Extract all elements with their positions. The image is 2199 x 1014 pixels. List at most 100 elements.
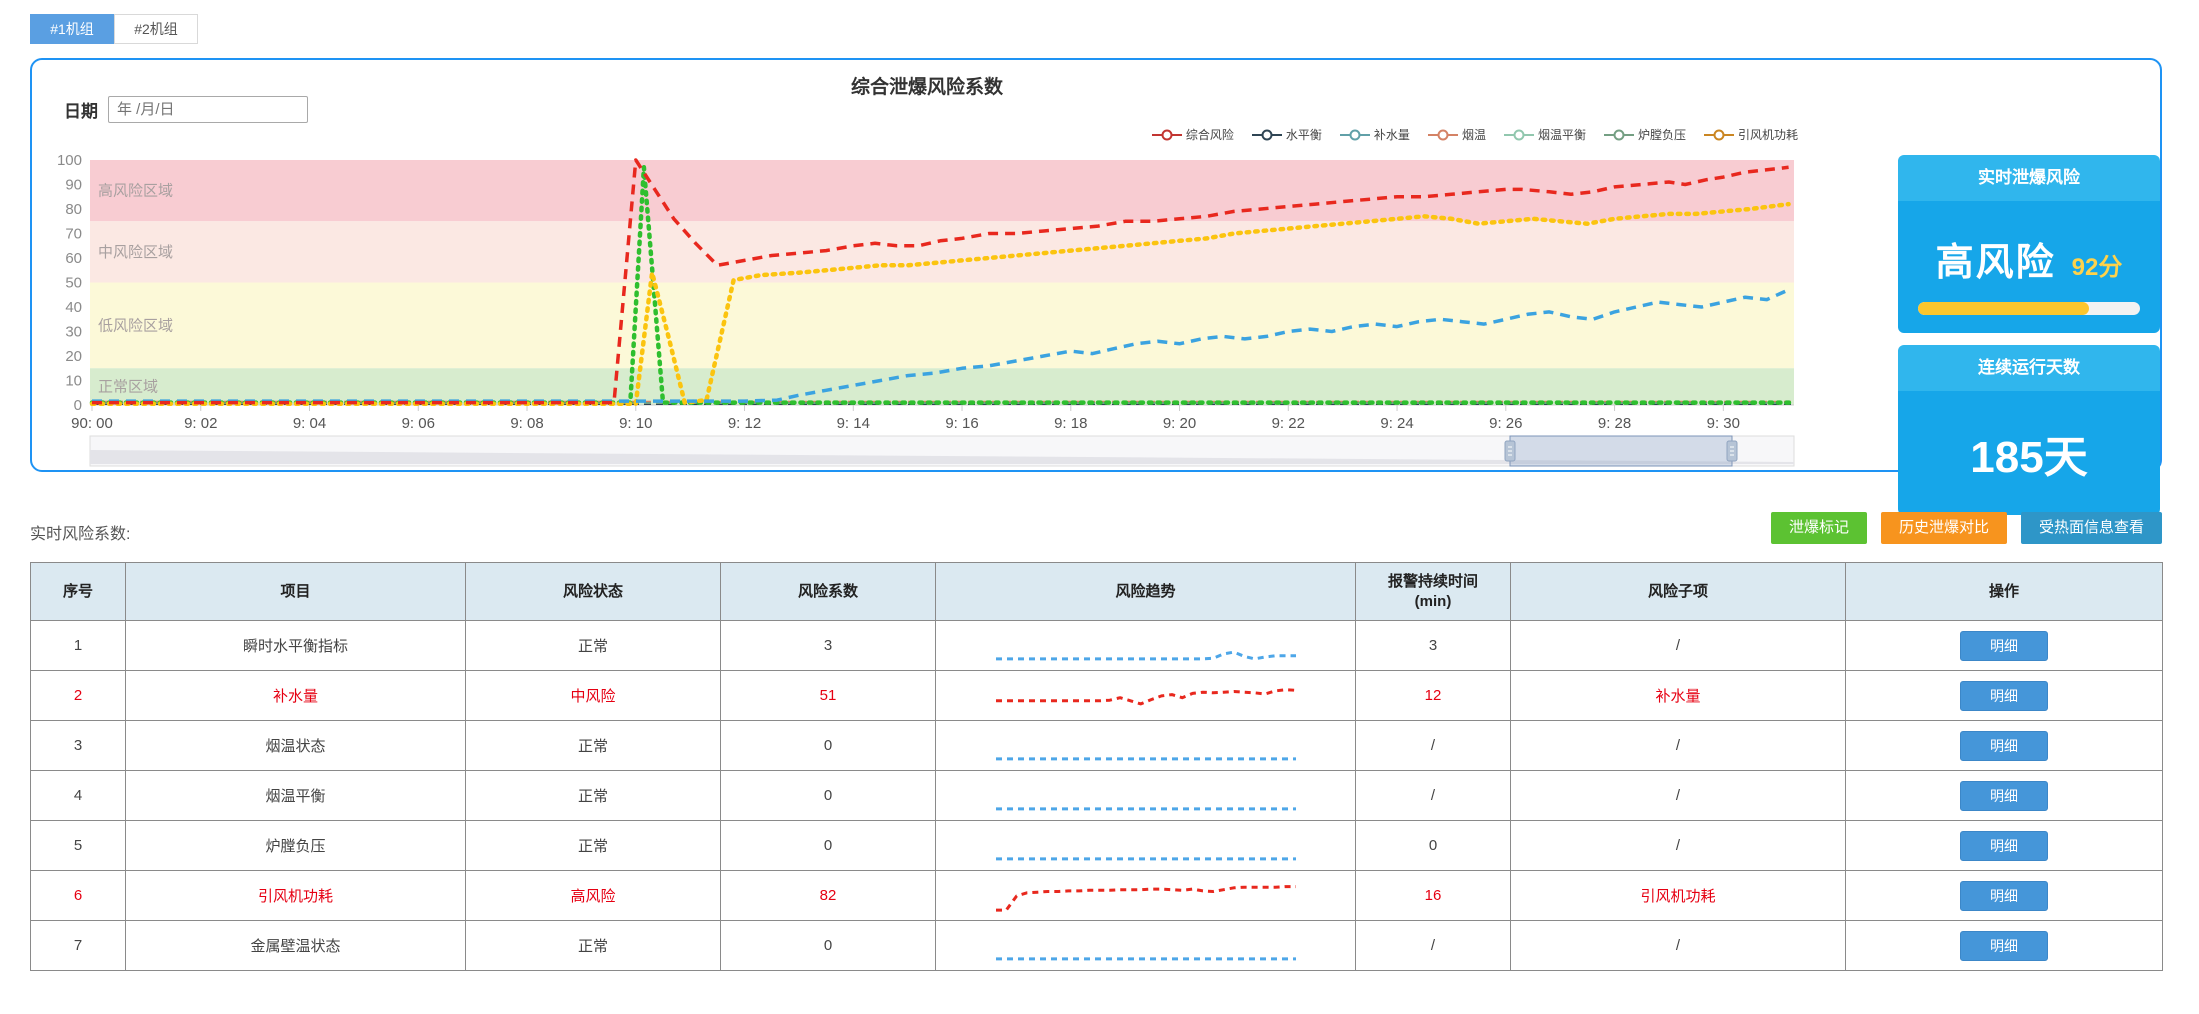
legend-item-烟温[interactable]: 烟温 xyxy=(1428,126,1486,143)
cell-duration: 0 xyxy=(1356,821,1511,871)
legend-item-水平衡[interactable]: 水平衡 xyxy=(1252,126,1322,143)
cell-coefficient: 51 xyxy=(721,671,936,721)
cell-status: 正常 xyxy=(466,621,721,671)
running-days-card-header: 连续运行天数 xyxy=(1898,345,2160,391)
x-tick-label: 9: 06 xyxy=(402,415,435,432)
detail-button[interactable]: 明细 xyxy=(1960,631,2048,661)
y-tick-label: 100 xyxy=(57,152,82,169)
cell-seq: 1 xyxy=(31,621,126,671)
legend-item-炉膛负压[interactable]: 炉膛负压 xyxy=(1604,126,1686,143)
x-tick-label: 9: 26 xyxy=(1489,415,1522,432)
x-tick-label: 9: 14 xyxy=(837,415,870,432)
zone-band-2 xyxy=(90,283,1794,369)
cell-duration: 3 xyxy=(1356,621,1511,671)
header-actions: 操作 xyxy=(1846,563,2163,621)
header-trend: 风险趋势 xyxy=(936,563,1356,621)
trend-sparkline xyxy=(996,628,1296,664)
x-tick-label: 9: 04 xyxy=(293,415,326,432)
x-tick-label: 9: 20 xyxy=(1163,415,1196,432)
cell-duration: / xyxy=(1356,771,1511,821)
cell-status: 正常 xyxy=(466,821,721,871)
legend-label: 炉膛负压 xyxy=(1638,126,1686,143)
date-input[interactable] xyxy=(108,96,308,123)
history-compare-button[interactable]: 历史泄爆对比 xyxy=(1881,512,2007,544)
cell-trend xyxy=(936,771,1356,821)
y-tick-label: 70 xyxy=(65,226,82,243)
legend-label: 综合风险 xyxy=(1186,126,1234,143)
y-tick-label: 50 xyxy=(65,275,82,292)
detail-button[interactable]: 明细 xyxy=(1960,881,2048,911)
dashboard-page: #1机组 #2机组 高风险区域中风险区域低风险区域正常区域01020304050… xyxy=(0,0,2199,1014)
cell-actions: 明细 xyxy=(1846,921,2163,971)
legend-label: 水平衡 xyxy=(1286,126,1322,143)
table-row: 4烟温平衡正常0 // 明细 xyxy=(31,771,2163,821)
cell-subitem: 引风机功耗 xyxy=(1511,871,1846,921)
header-subitem: 风险子项 xyxy=(1511,563,1846,621)
table-row: 2补水量中风险51 12补水量 明细 xyxy=(31,671,2163,721)
datazoom-window[interactable] xyxy=(1510,436,1732,466)
cell-seq: 3 xyxy=(31,721,126,771)
cell-actions: 明细 xyxy=(1846,771,2163,821)
legend-marker-icon xyxy=(1428,129,1458,141)
detail-button[interactable]: 明细 xyxy=(1960,931,2048,961)
realtime-risk-card: 实时泄爆风险 高风险92分 xyxy=(1898,155,2160,333)
realtime-risk-card-header: 实时泄爆风险 xyxy=(1898,155,2160,201)
y-tick-label: 90 xyxy=(65,177,82,194)
risk-level-line: 高风险92分 xyxy=(1898,231,2160,286)
zone-band-3 xyxy=(90,368,1794,405)
x-tick-label: 9: 08 xyxy=(510,415,543,432)
explosion-mark-button[interactable]: 泄爆标记 xyxy=(1771,512,1867,544)
x-tick-label: 9: 12 xyxy=(728,415,761,432)
cell-subitem: 补水量 xyxy=(1511,671,1846,721)
cell-subitem: / xyxy=(1511,821,1846,871)
header-coefficient: 风险系数 xyxy=(721,563,936,621)
y-tick-label: 10 xyxy=(65,373,82,390)
legend-item-综合风险[interactable]: 综合风险 xyxy=(1152,126,1234,143)
cell-item: 引风机功耗 xyxy=(126,871,466,921)
legend-item-烟温平衡[interactable]: 烟温平衡 xyxy=(1504,126,1586,143)
cell-trend xyxy=(936,821,1356,871)
cell-status: 正常 xyxy=(466,771,721,821)
x-tick-label: 9: 24 xyxy=(1380,415,1413,432)
y-tick-label: 20 xyxy=(65,348,82,365)
cell-coefficient: 82 xyxy=(721,871,936,921)
cell-seq: 2 xyxy=(31,671,126,721)
zone-label-2: 低风险区域 xyxy=(98,317,173,334)
cell-trend xyxy=(936,871,1356,921)
tab-unit-1[interactable]: #1机组 xyxy=(30,14,114,44)
cell-duration: 16 xyxy=(1356,871,1511,921)
detail-button[interactable]: 明细 xyxy=(1960,681,2048,711)
x-tick-label: 9: 02 xyxy=(184,415,217,432)
tab-unit-2[interactable]: #2机组 xyxy=(114,14,198,44)
zone-label-0: 高风险区域 xyxy=(98,183,173,200)
legend-item-补水量[interactable]: 补水量 xyxy=(1340,126,1410,143)
detail-button[interactable]: 明细 xyxy=(1960,781,2048,811)
cell-trend xyxy=(936,721,1356,771)
cell-subitem: / xyxy=(1511,771,1846,821)
legend-marker-icon xyxy=(1604,129,1634,141)
legend-marker-icon xyxy=(1704,129,1734,141)
table-row: 6引风机功耗高风险82 16引风机功耗 明细 xyxy=(31,871,2163,921)
trend-sparkline xyxy=(996,928,1296,964)
zone-band-1 xyxy=(90,221,1794,282)
zone-label-1: 中风险区域 xyxy=(98,244,173,261)
x-tick-label: 9: 28 xyxy=(1598,415,1631,432)
cell-coefficient: 0 xyxy=(721,921,936,971)
realtime-risk-card-body: 高风险92分 xyxy=(1898,201,2160,333)
trend-sparkline xyxy=(996,728,1296,764)
detail-button[interactable]: 明细 xyxy=(1960,731,2048,761)
table-row: 3烟温状态正常0 // 明细 xyxy=(31,721,2163,771)
legend-item-引风机功耗[interactable]: 引风机功耗 xyxy=(1704,126,1798,143)
cell-coefficient: 0 xyxy=(721,821,936,871)
cell-seq: 7 xyxy=(31,921,126,971)
heating-surface-info-button[interactable]: 受热面信息查看 xyxy=(2021,512,2162,544)
trend-sparkline xyxy=(996,678,1296,714)
cell-item: 瞬时水平衡指标 xyxy=(126,621,466,671)
legend-marker-icon xyxy=(1152,129,1182,141)
toolbar: 实时风险系数: 泄爆标记历史泄爆对比受热面信息查看 xyxy=(30,512,2162,546)
cell-actions: 明细 xyxy=(1846,821,2163,871)
detail-button[interactable]: 明细 xyxy=(1960,831,2048,861)
legend-marker-icon xyxy=(1252,129,1282,141)
x-tick-label: 9: 30 xyxy=(1707,415,1740,432)
cell-actions: 明细 xyxy=(1846,671,2163,721)
